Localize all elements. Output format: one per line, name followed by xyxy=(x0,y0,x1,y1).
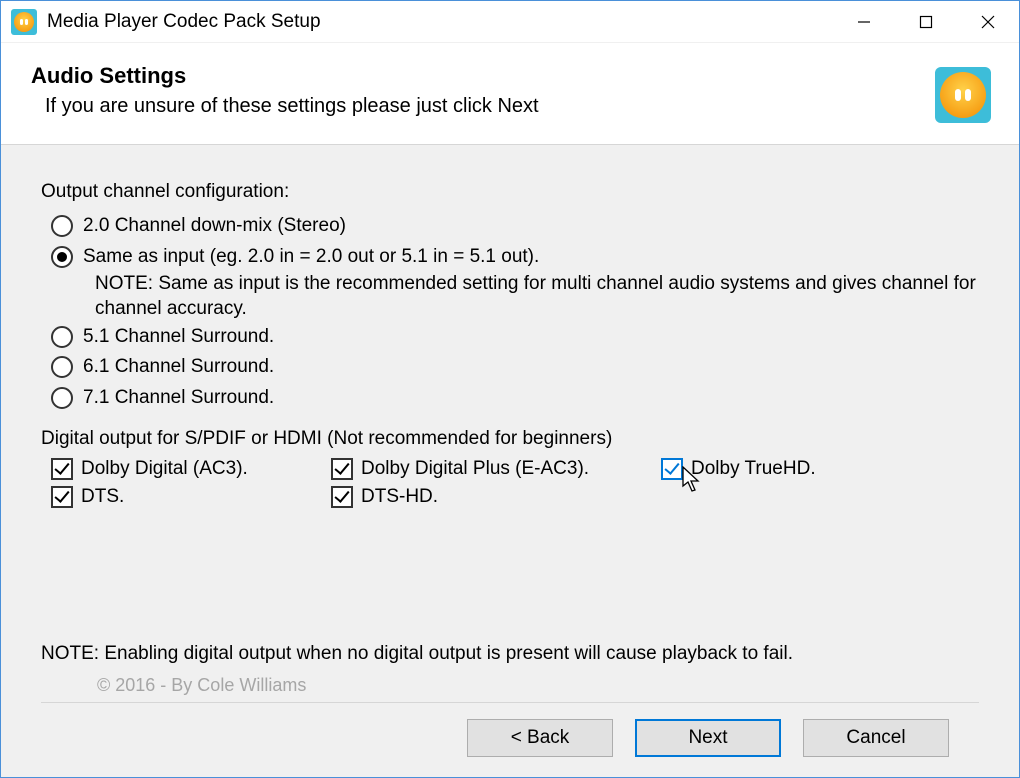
radio-label: 7.1 Channel Surround. xyxy=(83,386,274,411)
check-label: Dolby Digital Plus (E-AC3). xyxy=(361,458,589,480)
check-label: Dolby Digital (AC3). xyxy=(81,458,248,480)
warning-note: NOTE: Enabling digital output when no di… xyxy=(41,623,979,673)
checkbox-icon xyxy=(331,486,353,508)
back-button[interactable]: < Back xyxy=(467,719,613,757)
checkbox-icon xyxy=(51,458,73,480)
radio-option-71[interactable]: 7.1 Channel Surround. xyxy=(51,383,979,414)
output-channel-label: Output channel configuration: xyxy=(41,181,979,203)
radio-icon xyxy=(51,246,73,268)
check-dolby-eac3[interactable]: Dolby Digital Plus (E-AC3). xyxy=(331,458,661,480)
cancel-button[interactable]: Cancel xyxy=(803,719,949,757)
radio-icon xyxy=(51,326,73,348)
digital-output-checks: Dolby Digital (AC3). Dolby Digital Plus … xyxy=(51,458,979,508)
check-dts-hd[interactable]: DTS-HD. xyxy=(331,486,661,508)
checkbox-icon xyxy=(51,486,73,508)
minimize-button[interactable] xyxy=(833,1,895,42)
check-dts[interactable]: DTS. xyxy=(51,486,331,508)
checkbox-icon xyxy=(661,458,683,480)
close-button[interactable] xyxy=(957,1,1019,42)
output-channel-radios: 2.0 Channel down-mix (Stereo) Same as in… xyxy=(51,211,979,414)
radio-label: 6.1 Channel Surround. xyxy=(83,355,274,380)
radio-option-stereo[interactable]: 2.0 Channel down-mix (Stereo) xyxy=(51,211,979,242)
wizard-footer: < Back Next Cancel xyxy=(41,703,979,777)
wizard-header: Audio Settings If you are unsure of thes… xyxy=(1,43,1019,145)
check-dolby-ac3[interactable]: Dolby Digital (AC3). xyxy=(51,458,331,480)
window-title: Media Player Codec Pack Setup xyxy=(47,11,321,33)
check-label: DTS-HD. xyxy=(361,486,438,508)
window-controls xyxy=(833,1,1019,42)
wizard-body: Output channel configuration: 2.0 Channe… xyxy=(1,145,1019,777)
setup-window: Media Player Codec Pack Setup Audio Sett… xyxy=(0,0,1020,778)
check-label: Dolby TrueHD. xyxy=(691,458,816,480)
check-dolby-truehd[interactable]: Dolby TrueHD. xyxy=(661,458,979,480)
product-icon xyxy=(935,67,991,123)
radio-option-61[interactable]: 6.1 Channel Surround. xyxy=(51,352,979,383)
copyright-text: © 2016 - By Cole Williams xyxy=(41,673,979,696)
maximize-button[interactable] xyxy=(895,1,957,42)
radio-icon xyxy=(51,215,73,237)
next-button[interactable]: Next xyxy=(635,719,781,757)
radio-label: Same as input (eg. 2.0 in = 2.0 out or 5… xyxy=(83,245,539,270)
radio-note: NOTE: Same as input is the recommended s… xyxy=(95,272,979,321)
radio-label: 2.0 Channel down-mix (Stereo) xyxy=(83,214,346,239)
checkbox-icon xyxy=(331,458,353,480)
app-icon xyxy=(11,9,37,35)
radio-icon xyxy=(51,387,73,409)
radio-label: 5.1 Channel Surround. xyxy=(83,325,274,350)
titlebar: Media Player Codec Pack Setup xyxy=(1,1,1019,43)
page-title: Audio Settings xyxy=(31,63,989,89)
radio-icon xyxy=(51,356,73,378)
digital-output-label: Digital output for S/PDIF or HDMI (Not r… xyxy=(41,428,979,450)
radio-option-same-as-input[interactable]: Same as input (eg. 2.0 in = 2.0 out or 5… xyxy=(51,242,979,273)
radio-option-51[interactable]: 5.1 Channel Surround. xyxy=(51,322,979,353)
page-subtitle: If you are unsure of these settings plea… xyxy=(45,95,989,118)
check-label: DTS. xyxy=(81,486,124,508)
